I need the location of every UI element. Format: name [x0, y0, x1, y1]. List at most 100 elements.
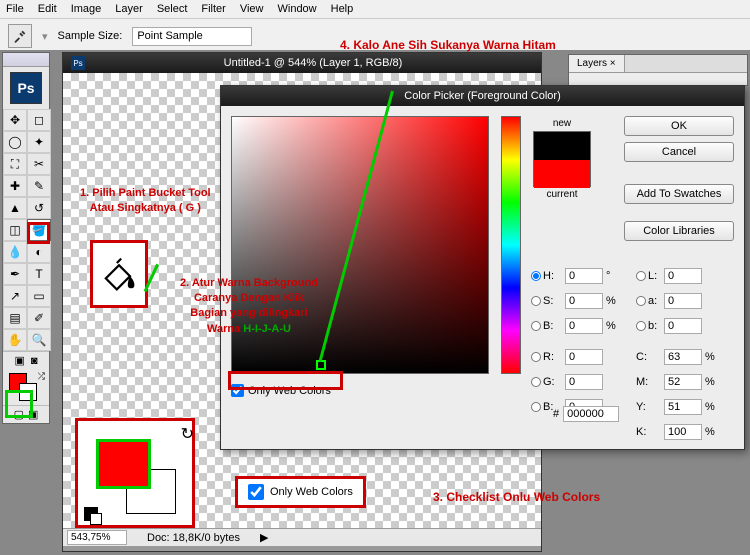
blur-tool[interactable]: 💧 [3, 241, 27, 263]
menu-filter[interactable]: Filter [201, 3, 225, 15]
standard-mode-icon[interactable]: ▣ [14, 354, 24, 367]
current-color-swatch[interactable] [534, 160, 590, 188]
hex-input[interactable] [563, 406, 619, 422]
crop-tool[interactable]: ⛶ [3, 153, 27, 175]
annotation-2: 2. Atur Warna BackgroundCaranya Dengan K… [180, 275, 318, 336]
document-titlebar[interactable]: Ps Untitled-1 @ 544% (Layer 1, RGB/8) [63, 53, 541, 73]
b-label: B: [543, 320, 553, 332]
menu-help[interactable]: Help [331, 3, 354, 15]
menu-window[interactable]: Window [278, 3, 317, 15]
h-input[interactable] [565, 268, 603, 284]
sample-size-select[interactable]: Point Sample [132, 27, 252, 46]
doc-info: Doc: 18,8K/0 bytes [147, 532, 240, 544]
b-input[interactable] [565, 318, 603, 334]
move-tool[interactable]: ✥ [3, 109, 27, 131]
s-radio[interactable] [531, 296, 541, 306]
document-title: Untitled-1 @ 544% (Layer 1, RGB/8) [93, 57, 533, 69]
eyedropper-icon[interactable] [8, 24, 32, 48]
c-label: C: [636, 351, 647, 363]
s-input[interactable] [565, 293, 603, 309]
g-input[interactable] [565, 374, 603, 390]
menu-edit[interactable]: Edit [38, 3, 57, 15]
annotation-3: 3. Checklist Onlu Web Colors [433, 490, 600, 504]
g-label: G: [543, 376, 555, 388]
slice-tool[interactable]: ✂ [27, 153, 51, 175]
b-radio[interactable] [531, 321, 541, 331]
hand-tool[interactable]: ✋ [3, 329, 27, 351]
layers-tab[interactable]: Layers × [569, 55, 625, 72]
type-tool[interactable]: T [27, 263, 51, 285]
ps-logo: Ps [10, 72, 42, 104]
menu-view[interactable]: View [240, 3, 264, 15]
menu-image[interactable]: Image [71, 3, 102, 15]
highlight-owc [228, 371, 343, 390]
menu-layer[interactable]: Layer [115, 3, 143, 15]
dodge-tool[interactable]: ◐ [27, 241, 51, 263]
a-radio[interactable] [636, 296, 646, 306]
k-input[interactable] [664, 424, 702, 440]
paint-bucket-zoom [90, 240, 148, 308]
brush-tool[interactable]: ✎ [27, 175, 51, 197]
menu-file[interactable]: File [6, 3, 24, 15]
lab-b-label: b: [648, 320, 657, 332]
stamp-tool[interactable]: ▲ [3, 197, 27, 219]
lab-b-input[interactable] [664, 318, 702, 334]
annotation-1: 1. Pilih Paint Bucket ToolAtau Singkatny… [80, 185, 211, 215]
notes-tool[interactable]: ▤ [3, 307, 27, 329]
doc-ps-icon: Ps [71, 56, 85, 70]
swap-colors-icon[interactable]: ⤮ [38, 371, 45, 382]
b2-label: B: [543, 401, 553, 413]
a-input[interactable] [664, 293, 702, 309]
path-tool[interactable]: ↗ [3, 285, 27, 307]
zoom-tool[interactable]: 🔍 [27, 329, 51, 351]
l-input[interactable] [664, 268, 702, 284]
quickmask-icon[interactable]: ◙ [31, 355, 38, 367]
hex-label: # [553, 408, 559, 420]
owc-zoom-label: Only Web Colors [270, 486, 353, 498]
lab-b-radio[interactable] [636, 321, 646, 331]
shape-tool[interactable]: ▭ [27, 285, 51, 307]
y-input[interactable] [664, 399, 702, 415]
menu-select[interactable]: Select [157, 3, 188, 15]
pen-tool[interactable]: ✒ [3, 263, 27, 285]
new-color-swatch [534, 132, 590, 160]
highlight-fg-swatch [5, 390, 33, 418]
l-radio[interactable] [636, 271, 646, 281]
wand-tool[interactable]: ✦ [27, 131, 51, 153]
m-label: M: [636, 376, 648, 388]
color-preview: new current [533, 118, 591, 202]
b2-radio[interactable] [531, 402, 541, 412]
g-radio[interactable] [531, 377, 541, 387]
history-tool[interactable]: ↺ [27, 197, 51, 219]
marquee-tool[interactable]: ◻ [27, 109, 51, 131]
sample-size-label: Sample Size: [58, 30, 123, 42]
ok-button[interactable]: OK [624, 116, 734, 136]
current-label: current [533, 189, 591, 200]
lasso-tool[interactable]: ◯ [3, 131, 27, 153]
color-libraries-button[interactable]: Color Libraries [624, 221, 734, 241]
k-label: K: [636, 426, 646, 438]
color-picker-title: Color Picker (Foreground Color) [221, 86, 744, 106]
h-radio[interactable] [531, 271, 541, 281]
cancel-button[interactable]: Cancel [624, 142, 734, 162]
layers-panel: Layers × [568, 54, 748, 86]
eraser-tool[interactable]: ◫ [3, 219, 27, 241]
hue-slider[interactable] [501, 116, 521, 374]
annotation-4: 4. Kalo Ane Sih Sukanya Warna Hitam [340, 38, 556, 52]
add-swatches-button[interactable]: Add To Swatches [624, 184, 734, 204]
heal-tool[interactable]: ✚ [3, 175, 27, 197]
r-input[interactable] [565, 349, 603, 365]
m-input[interactable] [664, 374, 702, 390]
s-label: S: [543, 295, 553, 307]
owc-zoom-checkbox [248, 484, 264, 500]
l-label: L: [648, 270, 657, 282]
owc-zoom: Only Web Colors [235, 476, 366, 508]
menu-bar: File Edit Image Layer Select Filter View… [0, 0, 750, 19]
c-input[interactable] [664, 349, 702, 365]
zoom-input[interactable] [67, 530, 127, 545]
a-label: a: [648, 295, 657, 307]
status-bar: Doc: 18,8K/0 bytes▶ [63, 528, 541, 546]
r-radio[interactable] [531, 352, 541, 362]
h-label: H: [543, 270, 554, 282]
eyedropper-tool[interactable]: ✐ [27, 307, 51, 329]
